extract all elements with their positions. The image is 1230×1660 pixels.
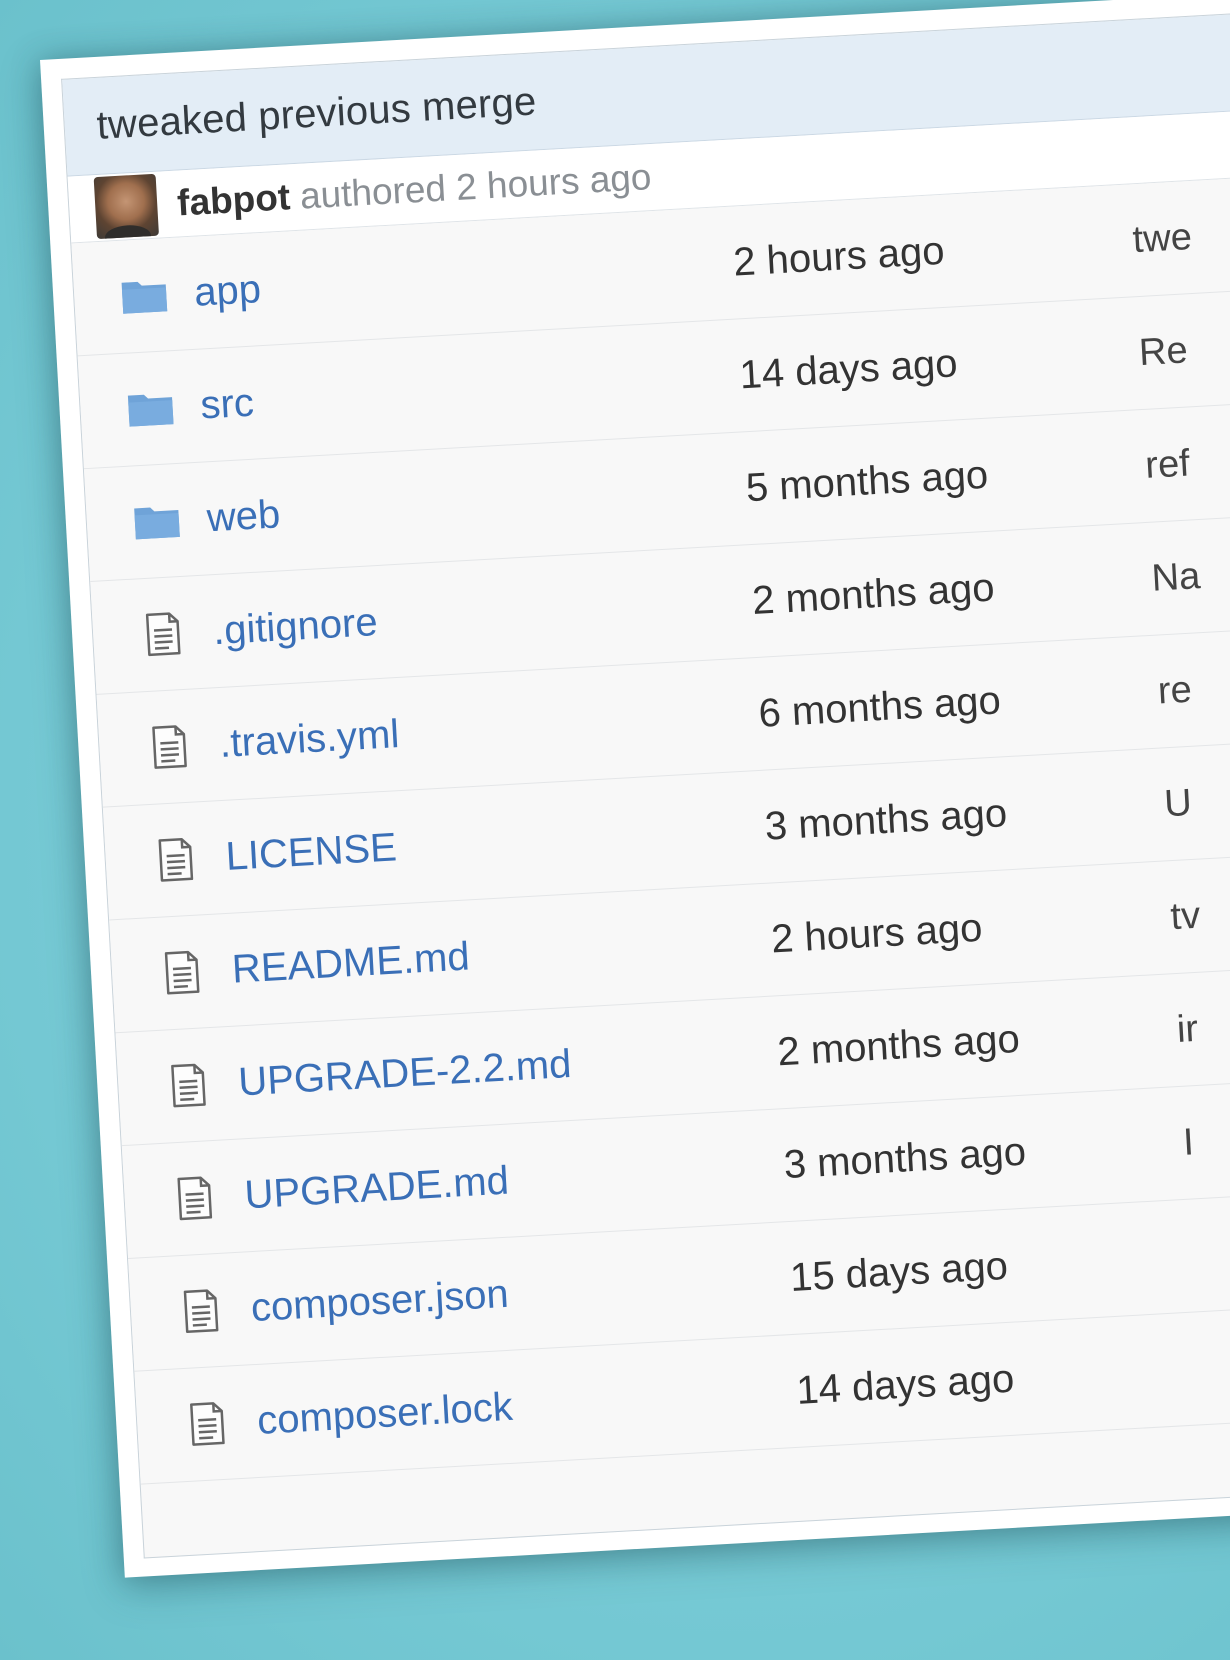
folder-icon	[80, 388, 202, 431]
file-age: 2 months ago	[776, 1016, 1021, 1074]
file-name-link[interactable]: UPGRADE.md	[243, 1143, 785, 1218]
screenshot-card: tweaked previous merge fabpot authored 2…	[40, 0, 1230, 1578]
file-icon	[124, 1173, 246, 1224]
file-age: 3 months ago	[782, 1129, 1028, 1187]
avatar[interactable]	[93, 173, 159, 240]
file-age: 2 hours ago	[769, 905, 984, 962]
file-icon	[98, 722, 220, 773]
file-age: 2 months ago	[751, 565, 996, 623]
file-name-link[interactable]: .gitignore	[212, 579, 754, 654]
folder-icon	[73, 275, 195, 318]
commit-message-link[interactable]: Re	[1138, 329, 1189, 375]
file-browser-panel: tweaked previous merge fabpot authored 2…	[61, 12, 1230, 1559]
file-name-link[interactable]: composer.lock	[256, 1368, 798, 1443]
commit-message-link[interactable]: re	[1157, 668, 1193, 713]
file-name-link[interactable]: src	[199, 353, 741, 428]
file-age: 14 days ago	[738, 340, 959, 397]
commit-author[interactable]: fabpot	[176, 176, 291, 224]
file-name-link[interactable]: LICENSE	[225, 804, 767, 879]
folder-icon	[86, 500, 208, 543]
file-name-link[interactable]: web	[206, 466, 748, 541]
file-icon	[111, 948, 233, 999]
commit-authored-time: authored 2 hours ago	[298, 156, 653, 217]
commit-title-text[interactable]: tweaked previous merge	[96, 79, 538, 149]
file-icon	[105, 835, 227, 886]
file-name-link[interactable]: README.md	[231, 917, 773, 992]
file-icon	[117, 1061, 239, 1112]
commit-message-link[interactable]: ir	[1176, 1007, 1199, 1051]
file-icon	[136, 1399, 258, 1450]
commit-message-link[interactable]: tv	[1169, 894, 1201, 939]
file-age: 3 months ago	[763, 790, 1009, 849]
file-age: 14 days ago	[795, 1356, 1016, 1413]
file-age: 5 months ago	[744, 452, 990, 510]
file-age: 6 months ago	[757, 677, 1002, 736]
file-name-link[interactable]: UPGRADE-2.2.md	[237, 1030, 779, 1105]
file-name-link[interactable]: app	[193, 240, 735, 315]
commit-message-link[interactable]: twe	[1132, 216, 1193, 262]
commit-message-link[interactable]: I	[1182, 1121, 1195, 1165]
file-icon	[130, 1286, 252, 1337]
file-name-link[interactable]: .travis.yml	[218, 691, 760, 766]
commit-message-link[interactable]: Na	[1150, 555, 1201, 601]
file-list: app 2 hours ago twe src 14 days ago Re web 5 …	[71, 177, 1230, 1485]
file-name-link[interactable]: composer.json	[250, 1256, 792, 1331]
file-age: 2 hours ago	[732, 228, 946, 285]
commit-message-link[interactable]: U	[1163, 781, 1193, 825]
commit-message-link[interactable]: ref	[1144, 442, 1191, 487]
file-age: 15 days ago	[788, 1243, 1009, 1300]
background: tweaked previous merge fabpot authored 2…	[0, 0, 1230, 1660]
file-icon	[92, 609, 214, 660]
